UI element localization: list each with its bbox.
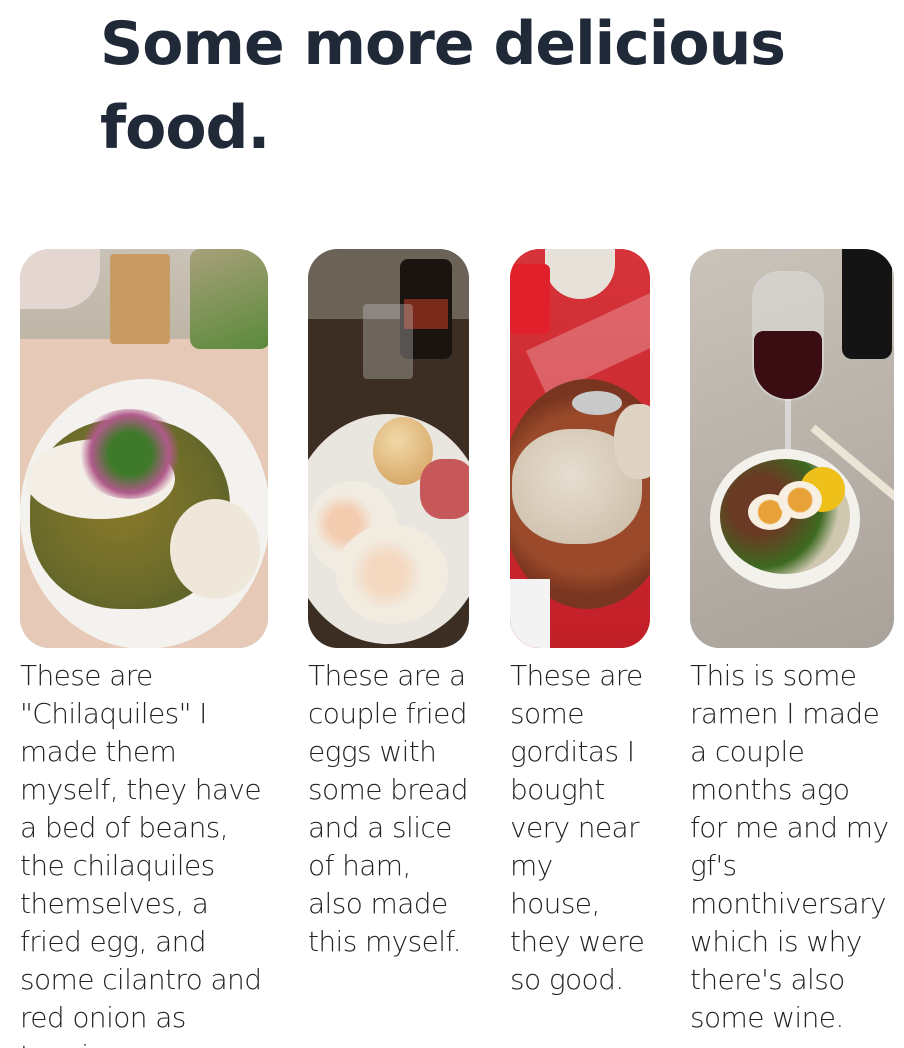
spoon — [572, 391, 622, 415]
fried-egg-right — [336, 524, 448, 624]
checker-tile — [510, 579, 550, 648]
napkin-holder — [110, 254, 170, 344]
egg-half-right — [778, 481, 822, 519]
cilantro-onion-topping — [75, 409, 185, 499]
shredded-cheese — [170, 499, 260, 599]
food-photo-chilaquiles — [20, 249, 268, 648]
food-card-eggs: These are a couple fried eggs with some … — [308, 249, 469, 961]
chip-bag — [190, 249, 268, 349]
food-card-chilaquiles: These are "Chilaquiles" I made them myse… — [20, 249, 268, 1048]
food-photo-ramen — [690, 249, 894, 648]
food-caption: This is some ramen I made a couple month… — [690, 659, 889, 1034]
food-card-ramen: This is some ramen I made a couple month… — [690, 249, 894, 1037]
gordita-right — [614, 404, 650, 479]
red-cup — [510, 264, 550, 334]
food-photo-eggs — [308, 249, 469, 648]
food-caption: These are some gorditas I bought very ne… — [510, 659, 645, 996]
food-photo-gorditas — [510, 249, 650, 648]
water-glass — [363, 304, 413, 379]
page-heading: Some more delicious food. — [100, 9, 786, 163]
food-caption: These are a couple fried eggs with some … — [308, 659, 469, 958]
red-wine — [754, 331, 822, 399]
food-caption: These are "Chilaquiles" I made them myse… — [20, 659, 262, 1048]
wine-bottle — [842, 249, 892, 359]
food-card-gorditas: These are some gorditas I bought very ne… — [510, 249, 650, 999]
ham-slice — [420, 459, 469, 519]
